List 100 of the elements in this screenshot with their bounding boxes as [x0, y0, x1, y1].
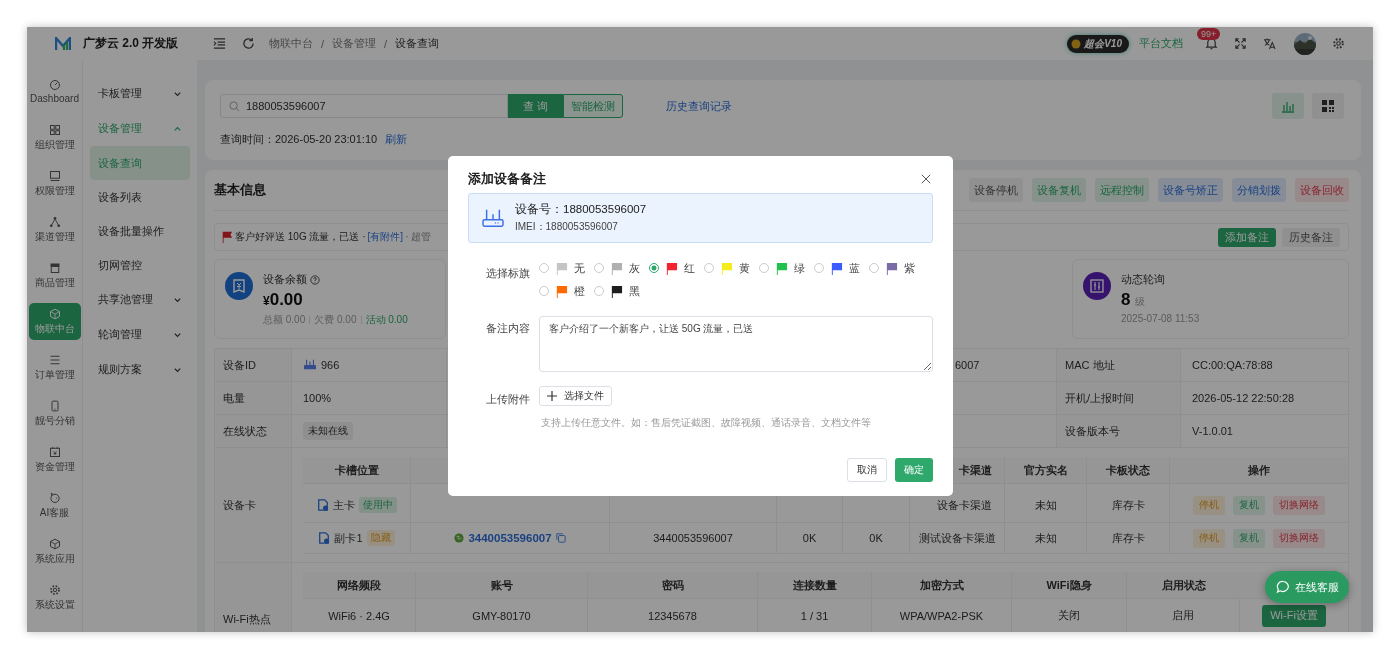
refresh-icon[interactable]	[242, 37, 255, 50]
table-cell: 库存卡	[1087, 523, 1170, 553]
rail-item[interactable]: 资金管理	[28, 441, 81, 478]
query-button[interactable]: 查 询	[508, 94, 563, 118]
row-action-button[interactable]: 复机	[1233, 495, 1265, 515]
search-field[interactable]: 1880053596007	[220, 94, 508, 118]
table-cell: 未知	[1005, 484, 1087, 522]
row-action-button[interactable]: 停机	[1193, 528, 1225, 548]
rail-item[interactable]: 物联中台	[28, 303, 81, 340]
menu-group[interactable]: 规则方案	[90, 352, 190, 387]
column-header: 卡板状态	[1087, 457, 1170, 483]
router-icon	[303, 359, 317, 371]
field-value: CC:00:QA:78:88	[1191, 358, 1274, 373]
menu-item[interactable]: 设备查询	[90, 146, 190, 180]
note-history-button[interactable]: 历史备注	[1282, 227, 1340, 247]
menu-icon[interactable]	[213, 37, 226, 50]
table-cell: WiFi6 · 2.4G	[303, 599, 416, 632]
menu-item[interactable]: 设备批量操作	[90, 214, 190, 248]
rail-item[interactable]: AI客服	[28, 487, 81, 524]
docs-link[interactable]: 平台文档	[1139, 36, 1183, 51]
cube-icon	[48, 307, 61, 320]
note-textarea[interactable]: 客户介绍了一个新客户，让送 50G 流量，已送	[539, 316, 933, 372]
cancel-button[interactable]: 取消	[847, 458, 887, 482]
card-slot: 主卡	[332, 497, 355, 513]
status-tag: 未知在线	[303, 422, 353, 440]
rail-item[interactable]: 组织管理	[28, 119, 81, 156]
row-action-button[interactable]: 切换网络	[1273, 495, 1325, 515]
field-value: 2026-05-12 22:50:28	[1191, 391, 1296, 406]
translate-icon[interactable]	[1263, 37, 1276, 50]
chart-button[interactable]	[1272, 93, 1304, 119]
rail-item[interactable]: 系统应用	[28, 533, 81, 570]
column-header: 加密方式	[872, 572, 1012, 598]
qr-code-button[interactable]	[1312, 93, 1344, 119]
row-action-button[interactable]: 切换网络	[1273, 528, 1325, 548]
action-button[interactable]: 远程控制	[1095, 178, 1149, 202]
breadcrumb-item[interactable]: 设备管理	[332, 36, 377, 51]
rail-item[interactable]: 系统设置	[28, 579, 81, 616]
bell-icon[interactable]	[1205, 37, 1218, 50]
column-header: 密码	[588, 572, 758, 598]
chat-button[interactable]: 在线客服	[1265, 571, 1349, 603]
column-header: 操作	[1247, 462, 1271, 478]
sim-card-icon	[316, 499, 329, 511]
fullscreen-icon[interactable]	[1234, 37, 1247, 50]
flag-icon	[555, 284, 568, 298]
rail-item[interactable]: 商品管理	[28, 257, 81, 294]
card-number-link[interactable]: 3440053596007	[468, 532, 552, 544]
menu-group[interactable]: 轮询管理	[90, 317, 190, 352]
rail-item[interactable]: Dashboard	[28, 73, 81, 110]
status-tag: 使用中	[358, 497, 397, 513]
stat-detail: 活动 0.00	[365, 313, 408, 327]
flag-icon	[610, 261, 623, 275]
rail-item[interactable]: 渠道管理	[28, 211, 81, 248]
add-note-button[interactable]: 添加备注	[1218, 227, 1276, 247]
menu-item[interactable]: 设备列表	[90, 180, 190, 214]
field-value: 966	[321, 359, 340, 371]
rail-item[interactable]: 靓号分销	[28, 395, 81, 432]
rail-item[interactable]: 订单管理	[28, 349, 81, 386]
refresh-link[interactable]: 刷新	[385, 132, 408, 147]
history-link[interactable]: 历史查询记录	[666, 98, 732, 114]
flag-label: 紫	[904, 260, 915, 276]
breadcrumb-item[interactable]: 物联中台	[269, 36, 313, 51]
action-button[interactable]: 设备回收	[1295, 178, 1349, 202]
sliders-icon	[1083, 272, 1111, 300]
action-button[interactable]: 分销划拨	[1232, 178, 1286, 202]
action-button[interactable]: 设备复机	[1032, 178, 1086, 202]
menu-group[interactable]: 卡板管理	[90, 76, 190, 111]
action-button[interactable]: 设备号矫正	[1158, 178, 1223, 202]
rail-item[interactable]: 权限管理	[28, 165, 81, 202]
stat-value: 8	[1121, 290, 1131, 310]
monitor-icon	[48, 169, 61, 182]
menu-group[interactable]: 共享池管理	[90, 282, 190, 317]
flag-label: 灰	[629, 260, 640, 276]
flag-label: 橙	[574, 283, 585, 299]
breadcrumb-item[interactable]: 设备查询	[395, 36, 440, 51]
detect-button[interactable]: 智能检测	[563, 94, 623, 118]
settings-icon[interactable]	[1332, 37, 1345, 50]
table-cell: 关闭	[1012, 599, 1127, 632]
row-action-button[interactable]: 停机	[1193, 495, 1225, 515]
table-cell: 3440053596007	[653, 532, 733, 544]
chevron-up-icon	[173, 124, 182, 133]
radio-button[interactable]	[649, 263, 659, 273]
help-icon[interactable]	[310, 274, 320, 285]
attachment-link[interactable]: [有附件]	[367, 230, 404, 244]
flag-icon	[555, 261, 568, 275]
menu-group[interactable]: 设备管理	[90, 111, 190, 146]
confirm-button[interactable]: 确定	[895, 458, 933, 482]
vip-badge[interactable]: 超会V10	[1067, 34, 1129, 53]
notification-badge: 99+	[1197, 28, 1221, 40]
qr-code-icon	[1321, 99, 1335, 113]
menu-item[interactable]: 切网管控	[90, 248, 190, 282]
action-button[interactable]: 设备停机	[969, 178, 1023, 202]
choose-file-button[interactable]: 选择文件	[539, 386, 612, 406]
wifi-settings-button[interactable]: Wi-Fi设置	[1262, 604, 1326, 627]
row-action-button[interactable]: 复机	[1233, 528, 1265, 548]
flag-label: 无	[574, 260, 585, 276]
table-cell: 12345678	[588, 599, 758, 632]
chat-bubble-icon	[1275, 580, 1290, 594]
close-icon[interactable]	[921, 174, 931, 184]
search-icon	[229, 101, 240, 112]
copy-icon[interactable]	[555, 533, 566, 543]
